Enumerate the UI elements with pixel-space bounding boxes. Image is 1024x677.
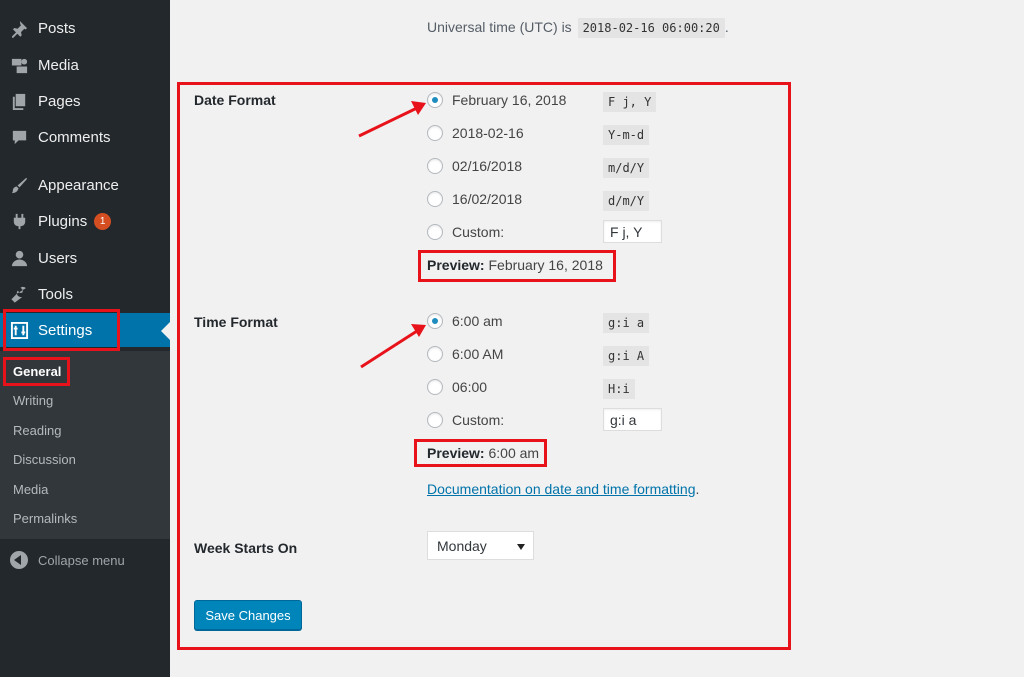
- save-changes-button[interactable]: Save Changes: [194, 600, 302, 630]
- arrow-time: [360, 324, 426, 369]
- arrow-date: [358, 101, 426, 138]
- option-label: 06:00: [452, 379, 488, 395]
- menu-item-tools[interactable]: Tools: [0, 277, 170, 311]
- time-option-1[interactable]: 6:00 am: [427, 311, 503, 331]
- option-label: 16/02/2018: [452, 191, 523, 207]
- update-count-badge: 1: [94, 212, 112, 230]
- menu-label: Appearance: [38, 176, 119, 194]
- date-format-code: F j, Y: [603, 92, 657, 112]
- select-value: Monday: [437, 537, 487, 554]
- menu-label: Plugins: [38, 212, 88, 230]
- menu-label: Media: [38, 56, 79, 74]
- preview-label: Preview:: [427, 257, 485, 273]
- menu-item-pages[interactable]: Pages: [0, 84, 170, 118]
- radio-button[interactable]: [427, 224, 443, 240]
- plugin-icon: [9, 211, 29, 231]
- settings-icon: [9, 320, 29, 340]
- preview-value: February 16, 2018: [488, 257, 603, 273]
- menu-item-users[interactable]: Users: [0, 241, 170, 275]
- radio-button[interactable]: [427, 346, 443, 362]
- radio-button[interactable]: [427, 379, 443, 395]
- utc-value: 2018-02-16 06:00:20: [577, 18, 725, 38]
- pages-icon: [9, 91, 29, 111]
- comment-icon: [9, 127, 29, 147]
- date-format-label: Date Format: [194, 92, 276, 108]
- menu-label: Users: [38, 249, 78, 267]
- active-menu-pointer: [161, 322, 170, 340]
- time-format-code: g:i a: [603, 313, 650, 333]
- wrench-icon: [9, 284, 29, 304]
- menu-item-settings[interactable]: Settings: [0, 313, 170, 347]
- menu-label: Pages: [38, 92, 81, 110]
- menu-item-media[interactable]: Media: [0, 48, 170, 82]
- option-label: Custom:: [452, 224, 505, 240]
- time-format-label: Time Format: [194, 314, 278, 330]
- date-custom-input[interactable]: F j, Y: [603, 220, 662, 243]
- utc-suffix: .: [724, 19, 729, 35]
- menu-item-plugins[interactable]: Plugins 1: [0, 204, 170, 238]
- time-preview: Preview: 6:00 am: [427, 445, 539, 461]
- option-label: 02/16/2018: [452, 158, 523, 174]
- collapse-menu-button[interactable]: Collapse menu: [0, 545, 170, 575]
- radio-button[interactable]: [427, 412, 443, 428]
- option-label: February 16, 2018: [452, 92, 567, 108]
- option-label: Custom:: [452, 412, 505, 428]
- submenu-writing[interactable]: Writing: [13, 393, 53, 408]
- settings-submenu: General Writing Reading Discussion Media…: [0, 351, 170, 539]
- documentation-line: Documentation on date and time formattin…: [427, 481, 699, 497]
- option-label: 6:00 am: [452, 313, 503, 329]
- time-custom-input[interactable]: g:i a: [603, 408, 662, 431]
- date-format-code: Y-m-d: [603, 125, 650, 145]
- menu-label: Tools: [38, 285, 74, 303]
- admin-sidebar: Posts Media Pages Comments Appearance Pl…: [0, 0, 170, 677]
- submenu-media[interactable]: Media: [13, 482, 48, 497]
- submenu-permalinks[interactable]: Permalinks: [13, 511, 77, 526]
- radio-button[interactable]: [427, 125, 443, 141]
- time-option-3[interactable]: 06:00: [427, 377, 487, 397]
- date-option-custom[interactable]: Custom:: [427, 222, 504, 242]
- user-icon: [9, 248, 29, 268]
- preview-value: 6:00 am: [488, 445, 540, 461]
- menu-label: Comments: [38, 128, 111, 146]
- week-start-select[interactable]: Monday: [427, 531, 534, 560]
- menu-item-posts[interactable]: Posts: [0, 11, 170, 45]
- utc-label: Universal time (UTC) is: [427, 19, 572, 35]
- radio-button[interactable]: [427, 191, 443, 207]
- paintbrush-icon: [9, 175, 29, 195]
- date-option-2[interactable]: 2018-02-16: [427, 123, 524, 143]
- chevron-down-icon: [517, 544, 525, 550]
- submenu-discussion[interactable]: Discussion: [13, 452, 76, 467]
- option-label: 2018-02-16: [452, 125, 524, 141]
- pushpin-icon: [9, 18, 29, 38]
- date-option-3[interactable]: 02/16/2018: [427, 156, 522, 176]
- date-option-4[interactable]: 16/02/2018: [427, 189, 522, 209]
- menu-label: Settings: [38, 321, 93, 339]
- time-format-code: g:i A: [603, 346, 650, 366]
- doc-link-suffix: .: [695, 481, 700, 497]
- radio-button[interactable]: [427, 92, 443, 108]
- collapse-arrow-icon: [10, 551, 28, 569]
- menu-item-comments[interactable]: Comments: [0, 120, 170, 154]
- date-format-code: d/m/Y: [603, 191, 650, 211]
- menu-label: Posts: [38, 19, 76, 37]
- submenu-general[interactable]: General: [13, 364, 61, 379]
- utc-time-line: Universal time (UTC) is 2018-02-16 06:00…: [427, 18, 729, 38]
- date-option-1[interactable]: February 16, 2018: [427, 90, 566, 110]
- time-format-code: H:i: [603, 379, 635, 399]
- media-icon: [9, 55, 29, 75]
- collapse-menu-label: Collapse menu: [38, 552, 125, 568]
- time-option-custom[interactable]: Custom:: [427, 410, 504, 430]
- date-preview: Preview: February 16, 2018: [427, 257, 603, 273]
- documentation-link[interactable]: Documentation on date and time formattin…: [427, 481, 696, 497]
- radio-button[interactable]: [427, 158, 443, 174]
- submenu-reading[interactable]: Reading: [13, 423, 61, 438]
- week-starts-label: Week Starts On: [194, 540, 298, 556]
- time-option-2[interactable]: 6:00 AM: [427, 344, 503, 364]
- preview-label: Preview:: [427, 445, 485, 461]
- radio-button[interactable]: [427, 313, 443, 329]
- date-format-code: m/d/Y: [603, 158, 650, 178]
- menu-item-appearance[interactable]: Appearance: [0, 168, 170, 202]
- option-label: 6:00 AM: [452, 346, 504, 362]
